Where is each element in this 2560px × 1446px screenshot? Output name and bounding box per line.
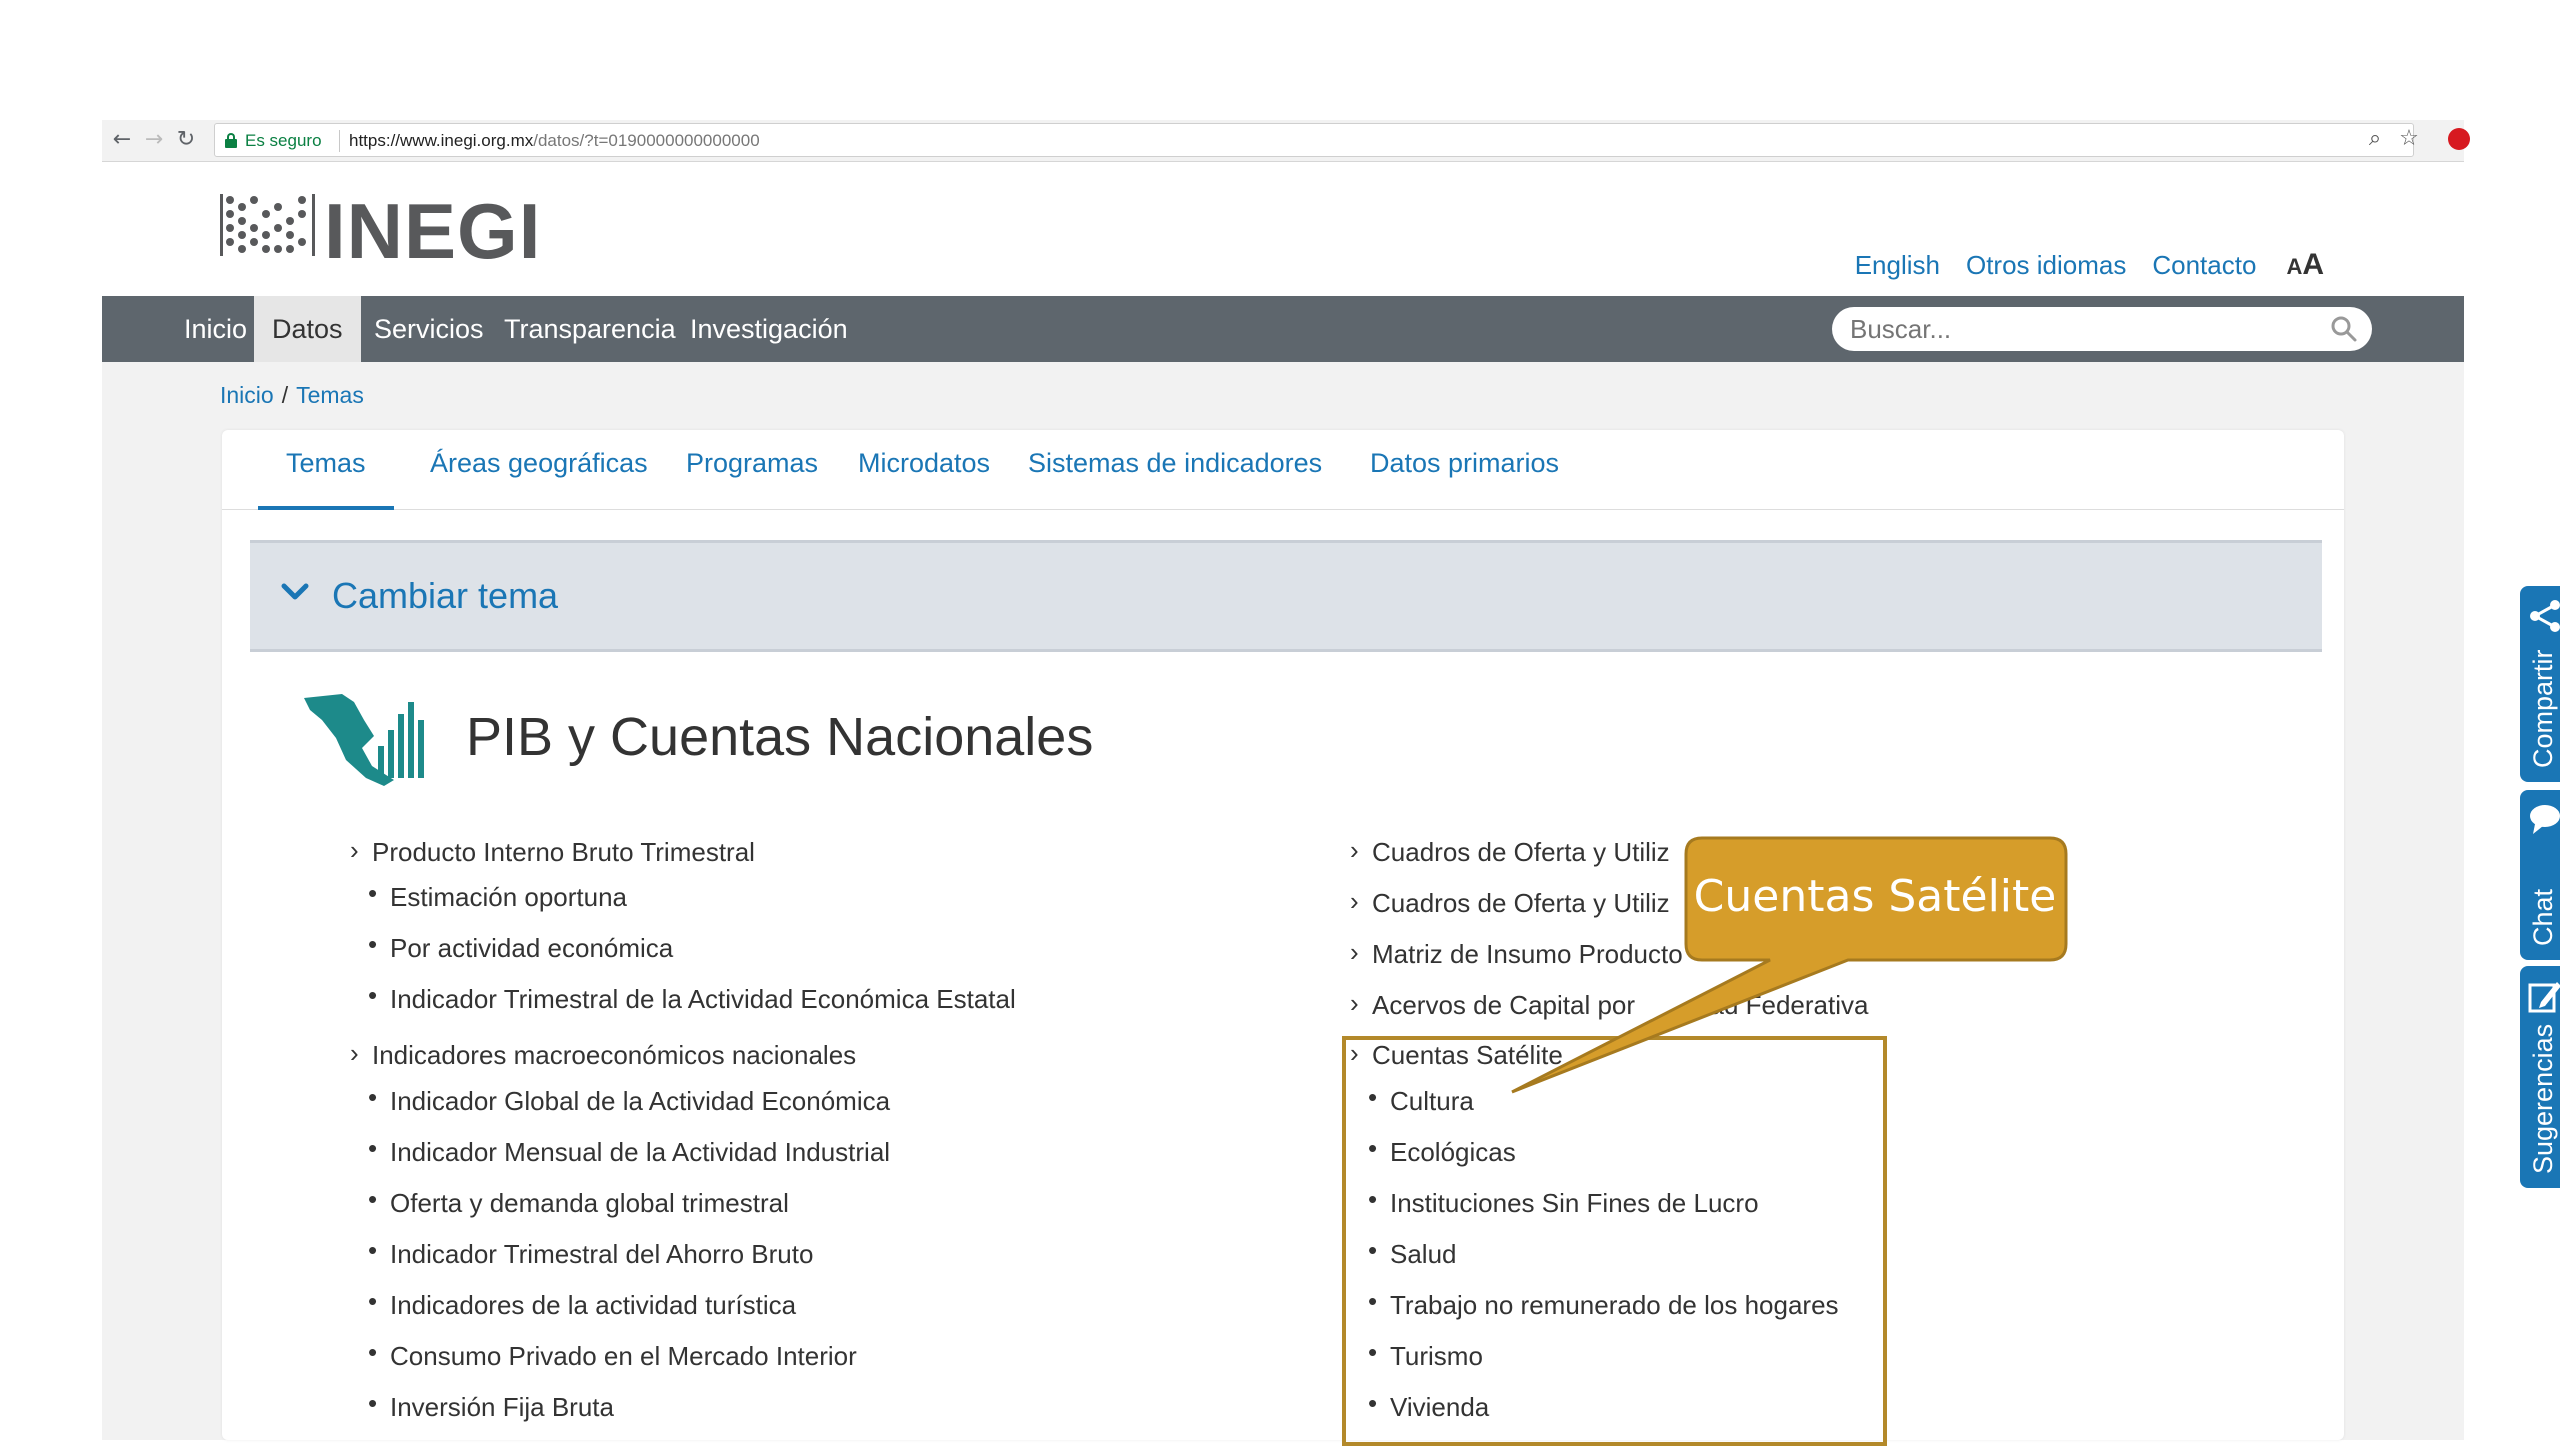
topic-title: PIB y Cuentas Nacionales bbox=[466, 707, 1094, 767]
zoom-icon[interactable]: ⌕ bbox=[2360, 124, 2390, 154]
edit-icon bbox=[2528, 982, 2560, 1013]
url-field[interactable]: Es seguro https://www.inegi.org.mx/datos… bbox=[214, 123, 2414, 157]
search-box bbox=[1832, 307, 2372, 351]
list-item[interactable]: • Indicador Mensual de la Actividad Indus… bbox=[368, 1133, 890, 1168]
list-item[interactable]: • Oferta y demanda global trimestral bbox=[368, 1184, 789, 1219]
url-text: https://www.inegi.org.mx/datos/?t=019000… bbox=[349, 131, 760, 150]
mexico-map-chart-icon bbox=[304, 694, 424, 786]
tab-temas[interactable]: Temas bbox=[258, 448, 394, 510]
extension-icon[interactable] bbox=[2448, 128, 2470, 150]
nav-inicio[interactable]: Inicio bbox=[166, 296, 265, 362]
top-links: English Otros idiomas Contacto AA bbox=[1855, 248, 2324, 282]
secure-label: Es seguro bbox=[245, 131, 322, 150]
bookmark-star-icon[interactable]: ☆ bbox=[2394, 124, 2424, 154]
search-input[interactable] bbox=[1850, 311, 2310, 347]
list-item[interactable]: • Estimación oportuna bbox=[368, 878, 627, 913]
share-icon bbox=[2530, 600, 2560, 632]
back-icon[interactable]: ← bbox=[108, 126, 136, 154]
list-item[interactable]: • Consumo Privado en el Mercado Interior bbox=[368, 1337, 857, 1372]
logo-text: INEGI bbox=[324, 187, 542, 275]
share-label: Compartir bbox=[2528, 649, 2558, 768]
logo-grid-icon bbox=[220, 194, 315, 256]
lock-icon bbox=[225, 133, 237, 148]
tab-sistemas-indicadores[interactable]: Sistemas de indicadores bbox=[1000, 448, 1350, 510]
nav-datos[interactable]: Datos bbox=[254, 296, 361, 362]
list-item[interactable]: • Indicadores de la actividad turística bbox=[368, 1286, 796, 1321]
link-acervos-capital[interactable]: › Acervos de Capital por dad Federativa bbox=[1350, 988, 1868, 1021]
section-indicadores-macro[interactable]: › Indicadores macroeconómicos nacionales bbox=[350, 1038, 856, 1071]
chevron-down-icon bbox=[281, 583, 309, 600]
link-cuadros-oferta-2[interactable]: › Cuadros de Oferta y Utiliz bbox=[1350, 886, 1670, 919]
chat-label: Chat bbox=[2528, 888, 2558, 946]
nav-servicios[interactable]: Servicios bbox=[356, 296, 502, 362]
tab-datos-primarios[interactable]: Datos primarios bbox=[1342, 448, 1587, 510]
cambiar-tema-bar[interactable]: Cambiar tema bbox=[250, 540, 2322, 652]
tab-areas-geograficas[interactable]: Áreas geográficas bbox=[402, 448, 676, 510]
link-matriz-insumo[interactable]: › Matriz de Insumo Producto bbox=[1350, 937, 1683, 970]
link-cuadros-oferta-1[interactable]: › Cuadros de Oferta y Utiliz bbox=[1350, 835, 1670, 868]
tab-programas[interactable]: Programas bbox=[658, 448, 846, 510]
callout-text: Cuentas Satélite bbox=[1693, 871, 2057, 922]
forward-icon[interactable]: → bbox=[140, 126, 168, 154]
address-bar: ← → ↻ Es seguro https://www.inegi.org.mx… bbox=[102, 120, 2470, 162]
link-otros-idiomas[interactable]: Otros idiomas bbox=[1966, 250, 2126, 281]
chat-widget[interactable]: Chat bbox=[2520, 790, 2560, 960]
tab-microdatos[interactable]: Microdatos bbox=[830, 448, 1018, 510]
chat-bubble-icon bbox=[2530, 805, 2560, 834]
list-item[interactable]: • Indicador Global de la Actividad Económ… bbox=[368, 1082, 890, 1117]
cambiar-tema-label: Cambiar tema bbox=[332, 575, 559, 616]
list-item[interactable]: • Por actividad económica bbox=[368, 929, 673, 964]
list-item[interactable]: • Indicador Trimestral de la Actividad Ec… bbox=[368, 980, 1016, 1015]
browser-window: ← → ↻ Es seguro https://www.inegi.org.mx… bbox=[102, 120, 2560, 1440]
tab-bar: Temas Áreas geográficas Programas Microd… bbox=[222, 430, 2344, 510]
nav-transparencia[interactable]: Transparencia bbox=[486, 296, 694, 362]
list-item[interactable]: • Inversión Fija Bruta bbox=[368, 1388, 614, 1423]
main-nav: Inicio Datos Servicios Transparencia Inv… bbox=[102, 296, 2464, 362]
search-icon[interactable] bbox=[2330, 315, 2358, 343]
link-english[interactable]: English bbox=[1855, 250, 1940, 281]
highlight-box bbox=[1342, 1036, 1887, 1446]
link-contacto[interactable]: Contacto bbox=[2152, 250, 2256, 281]
nav-investigacion[interactable]: Investigación bbox=[672, 296, 866, 362]
breadcrumb-inicio[interactable]: Inicio bbox=[220, 382, 274, 408]
reload-icon[interactable]: ↻ bbox=[172, 126, 200, 154]
section-pib-trimestral[interactable]: › Producto Interno Bruto Trimestral bbox=[350, 835, 755, 868]
breadcrumb-temas[interactable]: Temas bbox=[296, 382, 364, 408]
breadcrumb: Inicio / Temas bbox=[220, 382, 364, 408]
suggestions-widget[interactable]: Sugerencias bbox=[2520, 966, 2560, 1188]
font-size-toggle[interactable]: AA bbox=[2286, 248, 2324, 282]
share-widget[interactable]: Compartir bbox=[2520, 586, 2560, 782]
list-item[interactable]: • Indicador Trimestral del Ahorro Bruto bbox=[368, 1235, 813, 1270]
suggestions-label: Sugerencias bbox=[2528, 1023, 2558, 1174]
